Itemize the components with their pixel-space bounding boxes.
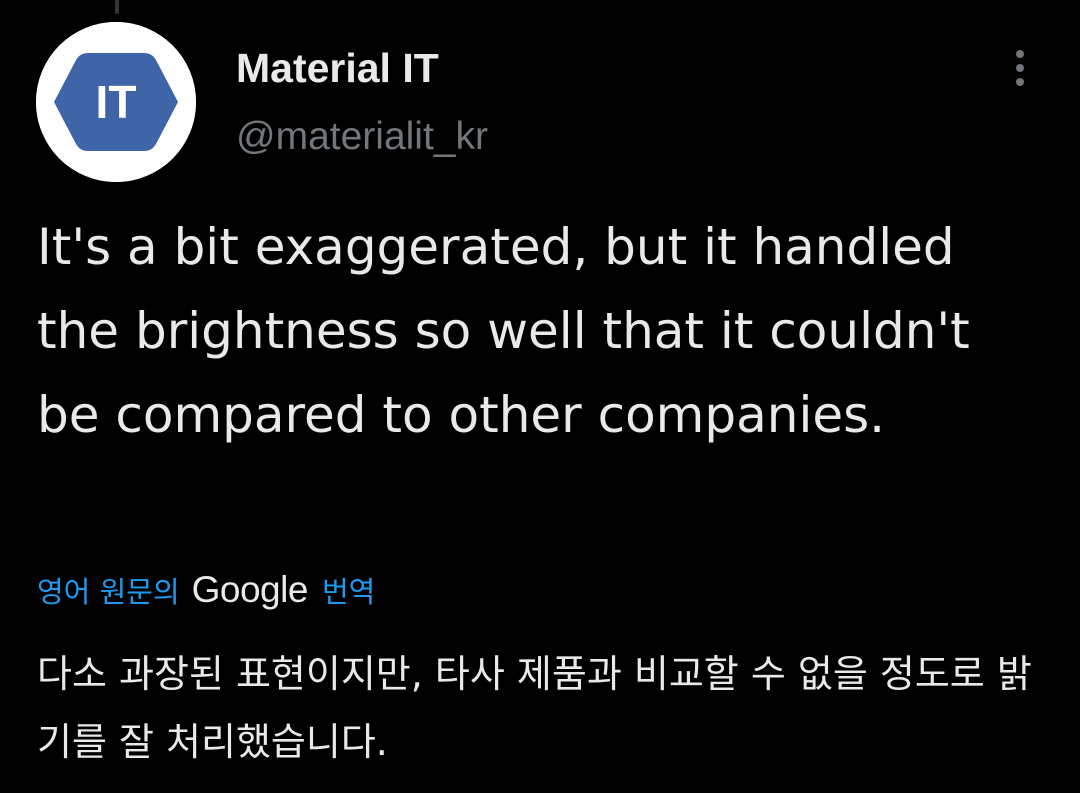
avatar-initials: IT xyxy=(96,76,137,128)
more-options-button[interactable] xyxy=(1000,44,1040,92)
avatar-logo: IT xyxy=(36,22,196,182)
translation-source-label[interactable]: 영어 원문의 xyxy=(37,569,180,611)
translated-tweet-text: 다소 과장된 표현이지만, 타사 제품과 비교할 수 없을 정도로 밝기를 잘 … xyxy=(37,652,1032,764)
translation-attribution: 영어 원문의 Google 번역 xyxy=(37,564,375,616)
tweet-text: It's a bit exaggerated, but it handled t… xyxy=(37,218,970,444)
author-name[interactable]: Material IT xyxy=(236,44,439,92)
google-logo: Google xyxy=(191,569,309,610)
thread-connector-line xyxy=(115,0,119,14)
avatar[interactable]: IT xyxy=(36,22,196,182)
author-handle[interactable]: @materialit_kr xyxy=(236,114,488,160)
translation-label[interactable]: 번역 xyxy=(322,569,375,611)
